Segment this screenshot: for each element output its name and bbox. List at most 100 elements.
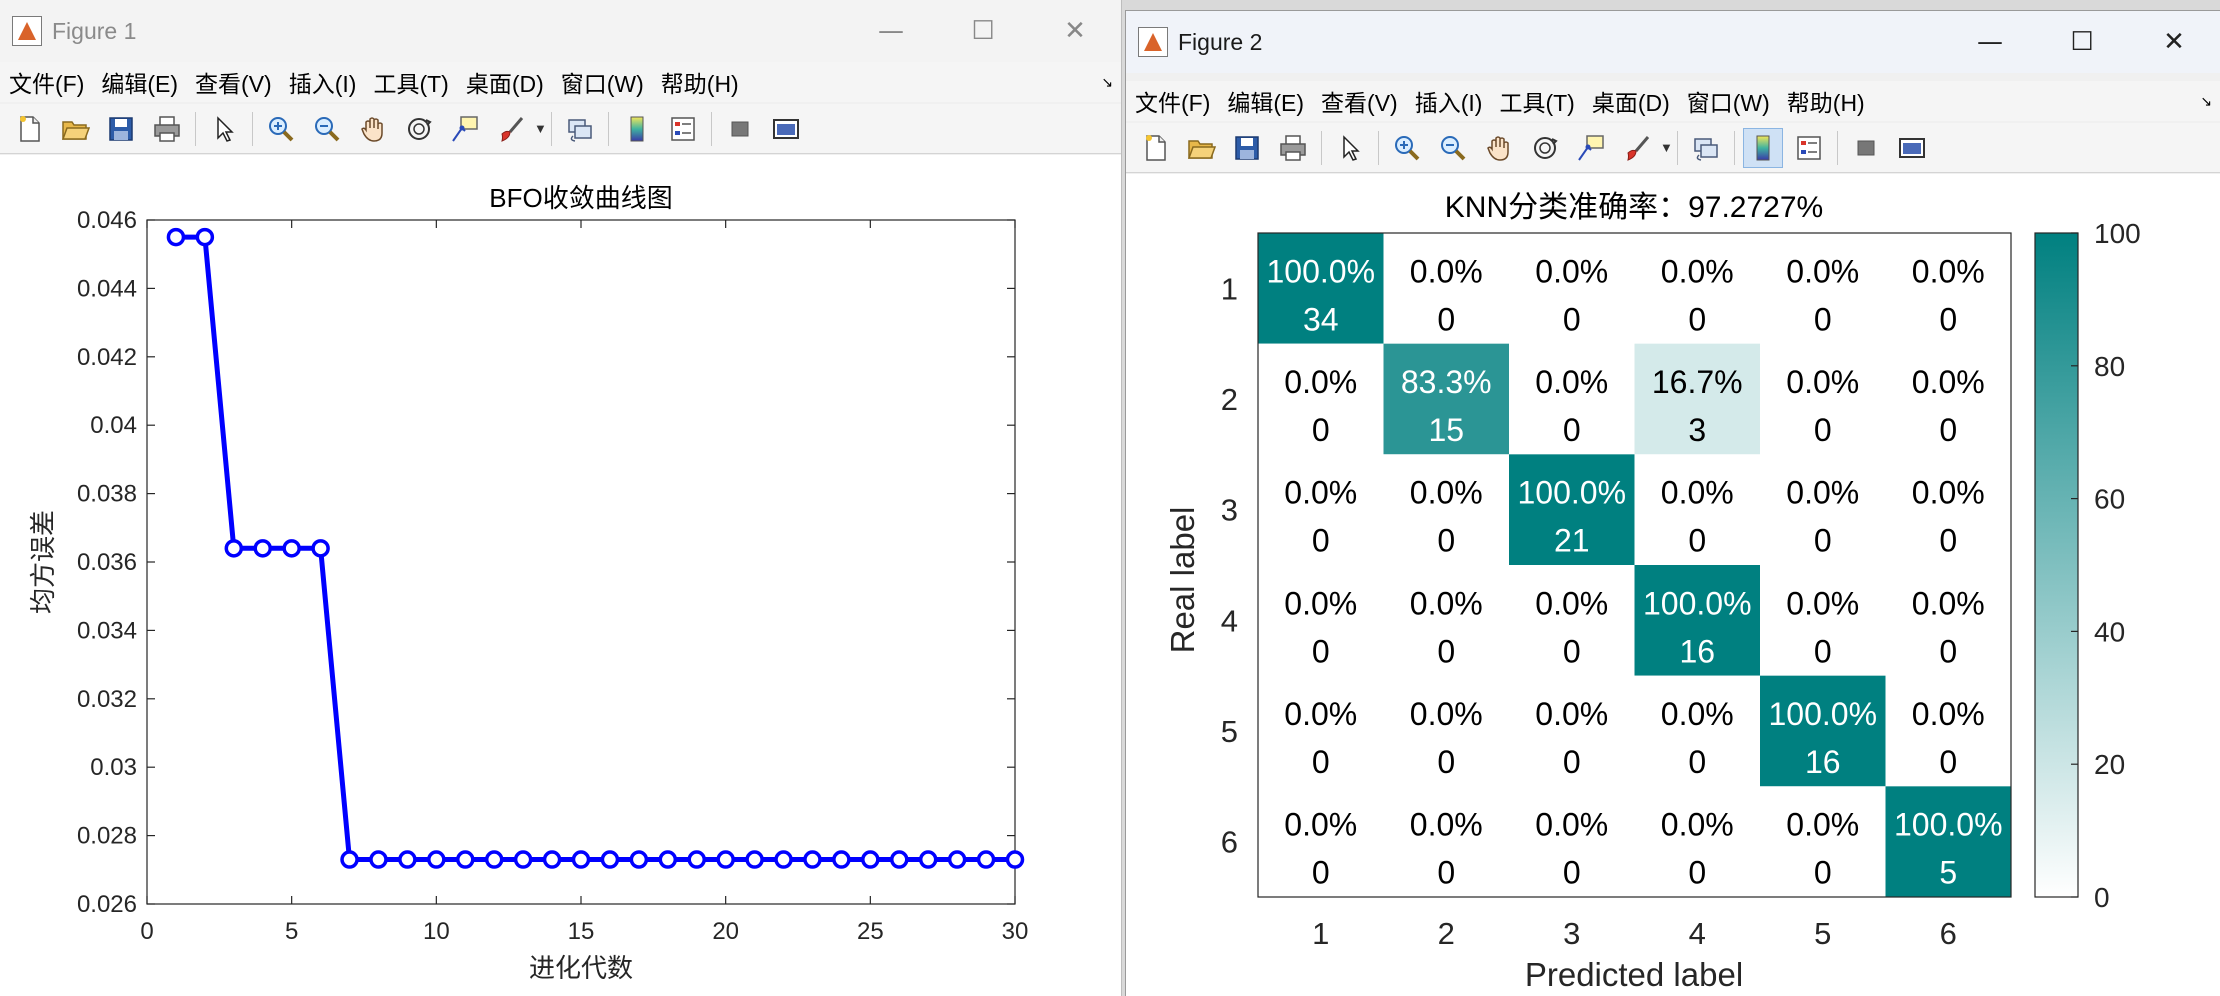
cell-percent-label: 0.0%: [1284, 475, 1357, 511]
print-icon[interactable]: [147, 109, 187, 149]
close-button[interactable]: ✕: [1029, 0, 1121, 62]
legend-icon[interactable]: [663, 109, 703, 149]
colorbar-icon[interactable]: [617, 109, 657, 149]
figure2-window[interactable]: Figure 2 — ☐ ✕ 文件(F) 编辑(E) 查看(V) 插入(I) 工…: [1125, 10, 2220, 996]
brush-icon[interactable]: [491, 109, 531, 149]
cell-count-label: 0: [1939, 633, 1957, 669]
data-point-marker: [427, 850, 446, 869]
menu-window[interactable]: 窗口(W): [1678, 84, 1778, 118]
data-point-marker: [947, 850, 967, 869]
link-plot-icon[interactable]: [560, 109, 600, 149]
y-tick-label: 0.044: [77, 275, 137, 302]
pan-hand-icon[interactable]: [1479, 128, 1519, 168]
x-tick-label: 5: [285, 918, 298, 945]
zoom-out-icon[interactable]: [1433, 128, 1473, 168]
menu-insert[interactable]: 插入(I): [1406, 84, 1491, 118]
data-cursor-icon[interactable]: [445, 109, 485, 149]
menu-help[interactable]: 帮助(H): [652, 65, 747, 99]
menu-file[interactable]: 文件(F): [0, 65, 92, 99]
minimize-button[interactable]: —: [1944, 11, 2036, 73]
cell-percent-label: 0.0%: [1661, 807, 1734, 843]
maximize-button[interactable]: ☐: [2036, 11, 2128, 73]
figure1-titlebar[interactable]: Figure 1 — ☐ ✕: [0, 0, 1121, 62]
menu-desktop[interactable]: 桌面(D): [1583, 84, 1678, 118]
dock-arrow-icon[interactable]: ↘: [1101, 74, 1113, 91]
minimize-button[interactable]: —: [845, 0, 937, 62]
cell-percent-label: 0.0%: [1661, 475, 1734, 511]
select-cursor-icon[interactable]: [204, 109, 244, 149]
dock-icon[interactable]: [1892, 128, 1932, 168]
cell-count-label: 16: [1679, 633, 1715, 669]
data-point-marker: [513, 850, 533, 869]
new-file-icon[interactable]: [9, 109, 49, 149]
hide-tools-icon[interactable]: [1846, 128, 1886, 168]
menu-edit[interactable]: 编辑(E): [92, 65, 186, 99]
y-tick-label: 6: [1221, 825, 1238, 860]
menu-view[interactable]: 查看(V): [1312, 84, 1406, 118]
data-cursor-icon[interactable]: [1571, 128, 1611, 168]
rotate-3d-icon[interactable]: [1525, 128, 1565, 168]
cell-percent-label: 0.0%: [1410, 475, 1483, 511]
save-icon[interactable]: [101, 109, 141, 149]
figure2-titlebar[interactable]: Figure 2 — ☐ ✕: [1126, 11, 2220, 73]
dock-arrow-icon[interactable]: ↘: [2200, 93, 2212, 110]
cell-count-label: 0: [1312, 523, 1330, 559]
rotate-3d-icon[interactable]: [399, 109, 439, 149]
y-tick-label: 2: [1221, 382, 1238, 417]
brush-dropdown-icon[interactable]: ▼: [534, 121, 547, 136]
brush-icon[interactable]: [1617, 128, 1657, 168]
open-folder-icon[interactable]: [1181, 128, 1221, 168]
toolbar-separator: [1734, 130, 1735, 165]
y-tick-label: 4: [1221, 603, 1238, 638]
pan-hand-icon[interactable]: [353, 109, 393, 149]
y-tick-label: 0.032: [77, 686, 137, 713]
convergence-chart: BFO收敛曲线图 进化代数 均方误差 0 5 10 15 20 25 30 0.026 0.02…: [28, 183, 1028, 983]
figure1-window[interactable]: Figure 1 — ☐ ✕ 文件(F) 编辑(E) 查看(V) 插入(I) 工…: [0, 0, 1122, 996]
menu-insert[interactable]: 插入(I): [280, 65, 365, 99]
menu-edit[interactable]: 编辑(E): [1218, 84, 1312, 118]
cell-count-label: 0: [1563, 744, 1581, 780]
zoom-out-icon[interactable]: [307, 109, 347, 149]
hide-tools-icon[interactable]: [720, 109, 760, 149]
legend-icon[interactable]: [1789, 128, 1829, 168]
new-file-icon[interactable]: [1135, 128, 1175, 168]
y-axis-label: Real label: [1164, 507, 1201, 654]
menu-tools[interactable]: 工具(T): [1490, 84, 1582, 118]
cell-percent-label: 0.0%: [1786, 585, 1859, 621]
data-point-marker: [456, 850, 475, 869]
select-cursor-icon[interactable]: [1330, 128, 1370, 168]
link-plot-icon[interactable]: [1686, 128, 1726, 168]
data-point-marker: [484, 850, 504, 869]
menubar: 文件(F) 编辑(E) 查看(V) 插入(I) 工具(T) 桌面(D) 窗口(W…: [1126, 81, 2220, 121]
x-axis-label: Predicted label: [1525, 956, 1743, 993]
maximize-button[interactable]: ☐: [937, 0, 1029, 62]
cell-percent-label: 0.0%: [1410, 253, 1483, 289]
close-button[interactable]: ✕: [2128, 11, 2220, 73]
print-icon[interactable]: [1273, 128, 1313, 168]
cell-count-label: 0: [1437, 744, 1455, 780]
menu-desktop[interactable]: 桌面(D): [457, 65, 552, 99]
matlab-logo-icon: [1138, 27, 1168, 57]
cell-percent-label: 0.0%: [1284, 364, 1357, 400]
menu-tools[interactable]: 工具(T): [364, 65, 456, 99]
cell-count-label: 0: [1437, 523, 1455, 559]
zoom-in-icon[interactable]: [261, 109, 301, 149]
toolbar-separator: [551, 111, 552, 146]
open-folder-icon[interactable]: [55, 109, 95, 149]
cell-count-label: 0: [1312, 412, 1330, 448]
y-tick-label: 0.036: [77, 549, 137, 576]
data-point-marker: [166, 227, 186, 247]
cell-percent-label: 100.0%: [1517, 475, 1626, 511]
menu-file[interactable]: 文件(F): [1126, 84, 1218, 118]
dock-icon[interactable]: [766, 109, 806, 149]
x-tick-label: 4: [1689, 916, 1706, 951]
menu-view[interactable]: 查看(V): [186, 65, 280, 99]
save-icon[interactable]: [1227, 128, 1267, 168]
menu-window[interactable]: 窗口(W): [552, 65, 652, 99]
menu-help[interactable]: 帮助(H): [1778, 84, 1873, 118]
colorbar-icon[interactable]: [1743, 127, 1783, 168]
data-point-marker: [687, 850, 706, 869]
x-tick-label: 20: [712, 918, 739, 945]
brush-dropdown-icon[interactable]: ▼: [1660, 140, 1673, 155]
zoom-in-icon[interactable]: [1387, 128, 1427, 168]
